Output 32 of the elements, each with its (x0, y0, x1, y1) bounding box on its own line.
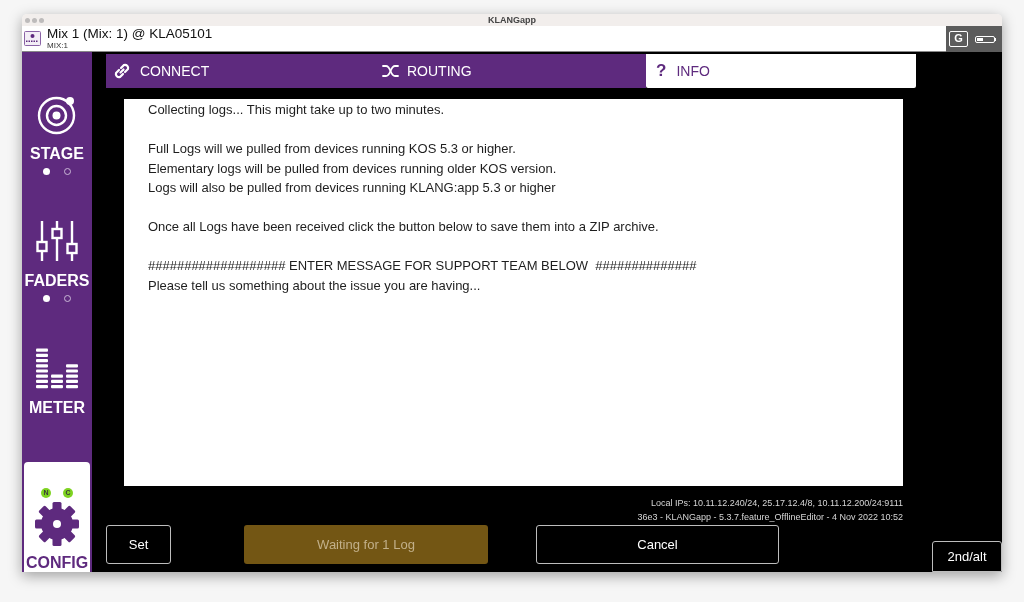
sidebar-tab[interactable]: METER (22, 347, 92, 417)
link-icon (112, 61, 132, 81)
target-icon (37, 95, 77, 135)
message-text: ################### ENTER MESSAGE FOR SUPPORT TEAM BELOW ############## (148, 257, 698, 275)
help-icon: ? (656, 61, 667, 81)
message-text: Logs will also be pulled from devices running KLANG:app 5.3 or higher (148, 179, 557, 197)
crossing-lines-icon (382, 64, 399, 78)
message-text: Once all Logs have been received click the button below to save them into a ZIP archive. (148, 218, 660, 236)
action-button[interactable]: Set (106, 525, 171, 564)
window-title: KLANGapp (487, 14, 537, 26)
message-text: Full Logs will we pulled from devices running KOS 5.3 or higher. (148, 140, 517, 158)
message-text: Collecting logs... This might take up to two minutes. (148, 101, 445, 119)
battery-icon (975, 35, 996, 43)
info-text: Local IPs: 10.11.12.240/24, 25.17.12.4/8, 10.11.12.200/24:9111 (650, 497, 903, 510)
tab[interactable]: ? INFO (646, 54, 916, 88)
device-icon (24, 31, 41, 46)
header-title: Mix 1 (Mix: 1) @ KLA05101 (47, 27, 213, 41)
info-text: 36e3 - KLANGapp - 5.3.7.feature_OfflineEditor - 4 Nov 2022 10:52 (637, 511, 903, 524)
header-subtitle: MIX:1 (47, 41, 69, 50)
message-text: Elementary logs will be pulled from devices running older KOS version. (148, 159, 558, 178)
sidebar-tab[interactable]: STAGE (22, 95, 92, 175)
level-meter-icon (36, 347, 78, 389)
logo: G (949, 31, 968, 47)
action-button[interactable]: Cancel (536, 525, 779, 564)
sliders-icon (36, 220, 78, 262)
tab[interactable]: ROUTING (376, 54, 646, 88)
message-text: Please tell us something about the issue you are having... (148, 276, 482, 295)
settings-icon (35, 502, 79, 546)
alt-button[interactable]: 2nd/alt (932, 541, 1002, 572)
message-field[interactable] (124, 99, 903, 486)
sidebar-tab[interactable]: FADERS (22, 220, 92, 302)
tab[interactable]: CONNECT (106, 54, 376, 88)
